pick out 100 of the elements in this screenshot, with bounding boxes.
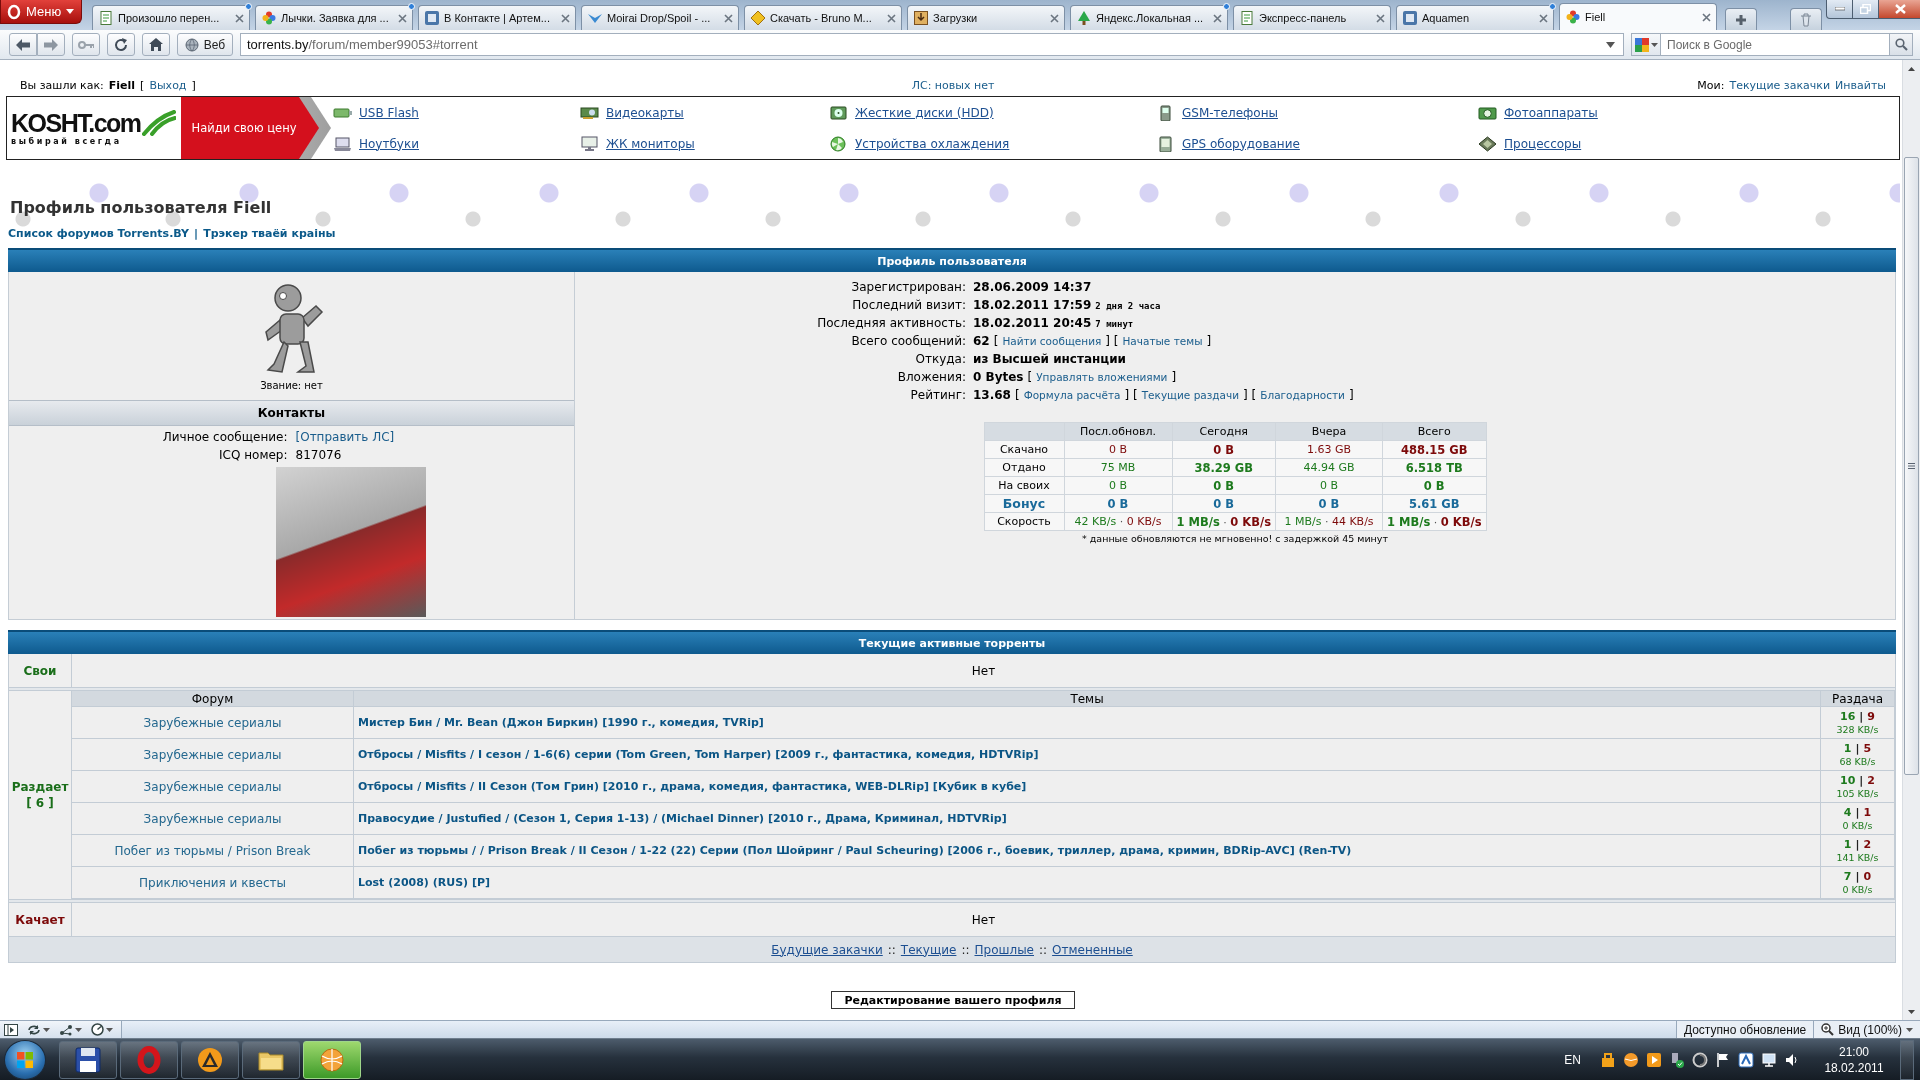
category-link[interactable]: GPS оборудование (1182, 136, 1300, 151)
category-link[interactable]: Процессоры (1504, 136, 1582, 151)
minimize-button[interactable] (1826, 0, 1853, 19)
browser-tab[interactable]: Скачать - Bruno M... (744, 5, 902, 30)
search-field[interactable]: Поиск в Google (1661, 33, 1889, 56)
profile-link[interactable]: Начатые темы (1122, 332, 1203, 350)
address-field[interactable]: torrents.by/forum/member99053#torrent (240, 33, 1624, 56)
profile-link[interactable]: Формула расчёта (1023, 386, 1121, 404)
taskbar-button[interactable] (242, 1040, 300, 1079)
browser-tab[interactable]: Экспресс-панель (1233, 5, 1391, 30)
close-icon[interactable] (1376, 13, 1385, 23)
play-icon[interactable] (1646, 1051, 1662, 1068)
show-desktop-button[interactable] (1900, 1039, 1914, 1080)
topic-link[interactable]: Мистер Бин / Mr. Bean (Джон Биркин) [1990 г., комедия, TVRip] (358, 716, 764, 729)
close-icon[interactable] (887, 13, 896, 23)
downloads-link[interactable]: Прошлые (974, 942, 1034, 957)
profile-link[interactable]: Благодарности (1260, 386, 1345, 404)
profile-link[interactable]: Управлять вложениями (1036, 368, 1168, 386)
close-icon[interactable] (1213, 13, 1222, 23)
close-icon[interactable] (724, 13, 733, 23)
language-indicator[interactable]: EN (1564, 1052, 1581, 1067)
topic-link[interactable]: Отбросы / Misfits / I сезон / 1-6(6) серии (Tom Green, Tom Harper) [2009 г., фантастика, комедия, HDTVRip] (358, 748, 1039, 761)
browser-tab[interactable]: Moirai Drop/Spoil - ... (581, 5, 739, 30)
zoom-button[interactable]: Вид (100%) (1813, 1021, 1920, 1038)
monitor-icon[interactable] (1761, 1051, 1777, 1068)
home-button[interactable] (142, 33, 170, 56)
topic-link[interactable]: Побег из тюрьмы / / Prison Break / II Сезон / 1-22 (22) Серии (Пол Шойринг / Paul Scheuring) [2006 г., боевик, триллер, драма, кримин, BDRip-AVC] (Ren-TV) (358, 844, 1352, 857)
close-icon[interactable] (561, 13, 570, 23)
forward-button[interactable] (37, 33, 65, 56)
forum-link[interactable]: Зарубежные сериалы (143, 715, 282, 730)
profile-link[interactable]: Текущие раздачи (1141, 386, 1240, 404)
close-icon[interactable] (398, 13, 407, 23)
close-button[interactable] (1878, 0, 1920, 19)
category-link[interactable]: GSM-телефоны (1182, 105, 1278, 120)
find-price-link[interactable]: Найди свою цену (181, 97, 331, 159)
search-engine-button[interactable] (1631, 33, 1661, 56)
my-link[interactable]: Инвайты (1835, 78, 1886, 92)
logout-link[interactable]: Выход (149, 78, 187, 92)
close-icon[interactable] (235, 13, 244, 23)
category-link[interactable]: Фотоаппараты (1504, 105, 1598, 120)
table-cell: 6.518 TB (1382, 458, 1486, 477)
topic-link[interactable]: Отбросы / Misfits / II Сезон (Том Грин) [2010 г., драма, комедия, фантастика, WEB-DLRip] [Кубик в кубе] (358, 780, 1027, 793)
scrollbar-thumb[interactable] (1904, 157, 1919, 775)
padlock-icon[interactable] (1600, 1051, 1616, 1068)
ball-icon[interactable] (1623, 1051, 1639, 1068)
start-button[interactable] (4, 1039, 46, 1080)
category-link[interactable]: Видеокарты (606, 105, 684, 120)
forum-link[interactable]: Зарубежные сериалы (143, 811, 282, 826)
scroll-up-icon (1908, 66, 1915, 71)
reload-button[interactable] (107, 33, 135, 56)
browser-tab[interactable]: В Контакте | Артем... (418, 5, 576, 30)
close-icon[interactable] (1702, 12, 1711, 22)
my-link[interactable]: Текущие закачки (1729, 78, 1831, 92)
ring-icon[interactable] (1692, 1051, 1708, 1068)
send-message-link[interactable]: [Отправить ЛС] (295, 429, 395, 445)
profile-link[interactable]: Найти сообщения (1002, 332, 1102, 350)
forum-link[interactable]: Зарубежные сериалы (143, 779, 282, 794)
downloads-link[interactable]: Текущие (900, 942, 957, 957)
panel-toggle-button[interactable] (4, 1023, 18, 1036)
browser-tab[interactable]: Лычки. Заявка для ... (255, 5, 413, 30)
breadcrumb-link[interactable]: Список форумов Torrents.BY (8, 226, 190, 242)
clock[interactable]: 21:00 18.02.2011 (1815, 1043, 1893, 1076)
browser-tab[interactable]: Яндекс.Локальная ... (1070, 5, 1228, 30)
topic-link[interactable]: Lost (2008) (RUS) [P] (358, 876, 491, 889)
search-button[interactable] (1889, 33, 1913, 56)
category-link[interactable]: Ноутбуки (359, 136, 419, 151)
downloads-link[interactable]: Будущие закачки (771, 942, 883, 957)
forum-link[interactable]: Побег из тюрьмы / Prison Break (114, 843, 311, 858)
back-button[interactable] (9, 33, 37, 56)
update-available-button[interactable]: Доступно обновление (1675, 1021, 1814, 1038)
sync-button[interactable] (27, 1023, 50, 1036)
category-link[interactable]: ЖК мониторы (606, 136, 695, 151)
new-tab-button[interactable] (1725, 8, 1757, 30)
category-link[interactable]: USB Flash (359, 105, 419, 120)
topic-link[interactable]: Правосудие / Justufied / (Сезон 1, Серия 1-13) / (Michael Dinner) [2010 г., Драма, Криминал, HDTVRip] (358, 812, 1007, 825)
category-link[interactable]: Устройства охлаждения (855, 136, 1010, 151)
maximize-button[interactable] (1852, 0, 1879, 19)
close-icon[interactable] (1539, 13, 1548, 23)
edit-profile-button[interactable]: Редактирование вашего профиля (831, 991, 1075, 1009)
flag-icon[interactable] (1715, 1051, 1731, 1068)
category-link[interactable]: Жесткие диски (HDD) (855, 105, 994, 120)
closed-tabs-button[interactable] (1790, 8, 1822, 30)
browser-tab[interactable]: Произошло перен... (92, 5, 250, 30)
downloads-link[interactable]: Отмененные (1052, 942, 1133, 957)
menu-button[interactable]: Меню (0, 0, 82, 24)
browser-tab[interactable]: Fiell (1559, 3, 1717, 30)
tile-icon[interactable] (1738, 1051, 1754, 1068)
browser-tab[interactable]: Загрузки (907, 5, 1065, 30)
forum-link[interactable]: Зарубежные сериалы (143, 747, 282, 762)
web-button[interactable]: Веб (177, 33, 233, 56)
taskbar-button[interactable] (181, 1040, 239, 1079)
unite-button[interactable] (59, 1023, 82, 1036)
messages-link[interactable]: ЛС: новых нет (911, 78, 995, 92)
breadcrumb-link[interactable]: Трэкер тваёй краіны (203, 226, 336, 242)
forum-link[interactable]: Приключения и квесты (139, 875, 286, 890)
taskbar-button[interactable] (59, 1040, 117, 1079)
close-icon[interactable] (1050, 13, 1059, 23)
browser-tab[interactable]: Aquamen (1396, 5, 1554, 30)
device-check-icon[interactable] (1669, 1051, 1685, 1068)
turbo-button[interactable] (91, 1023, 113, 1036)
